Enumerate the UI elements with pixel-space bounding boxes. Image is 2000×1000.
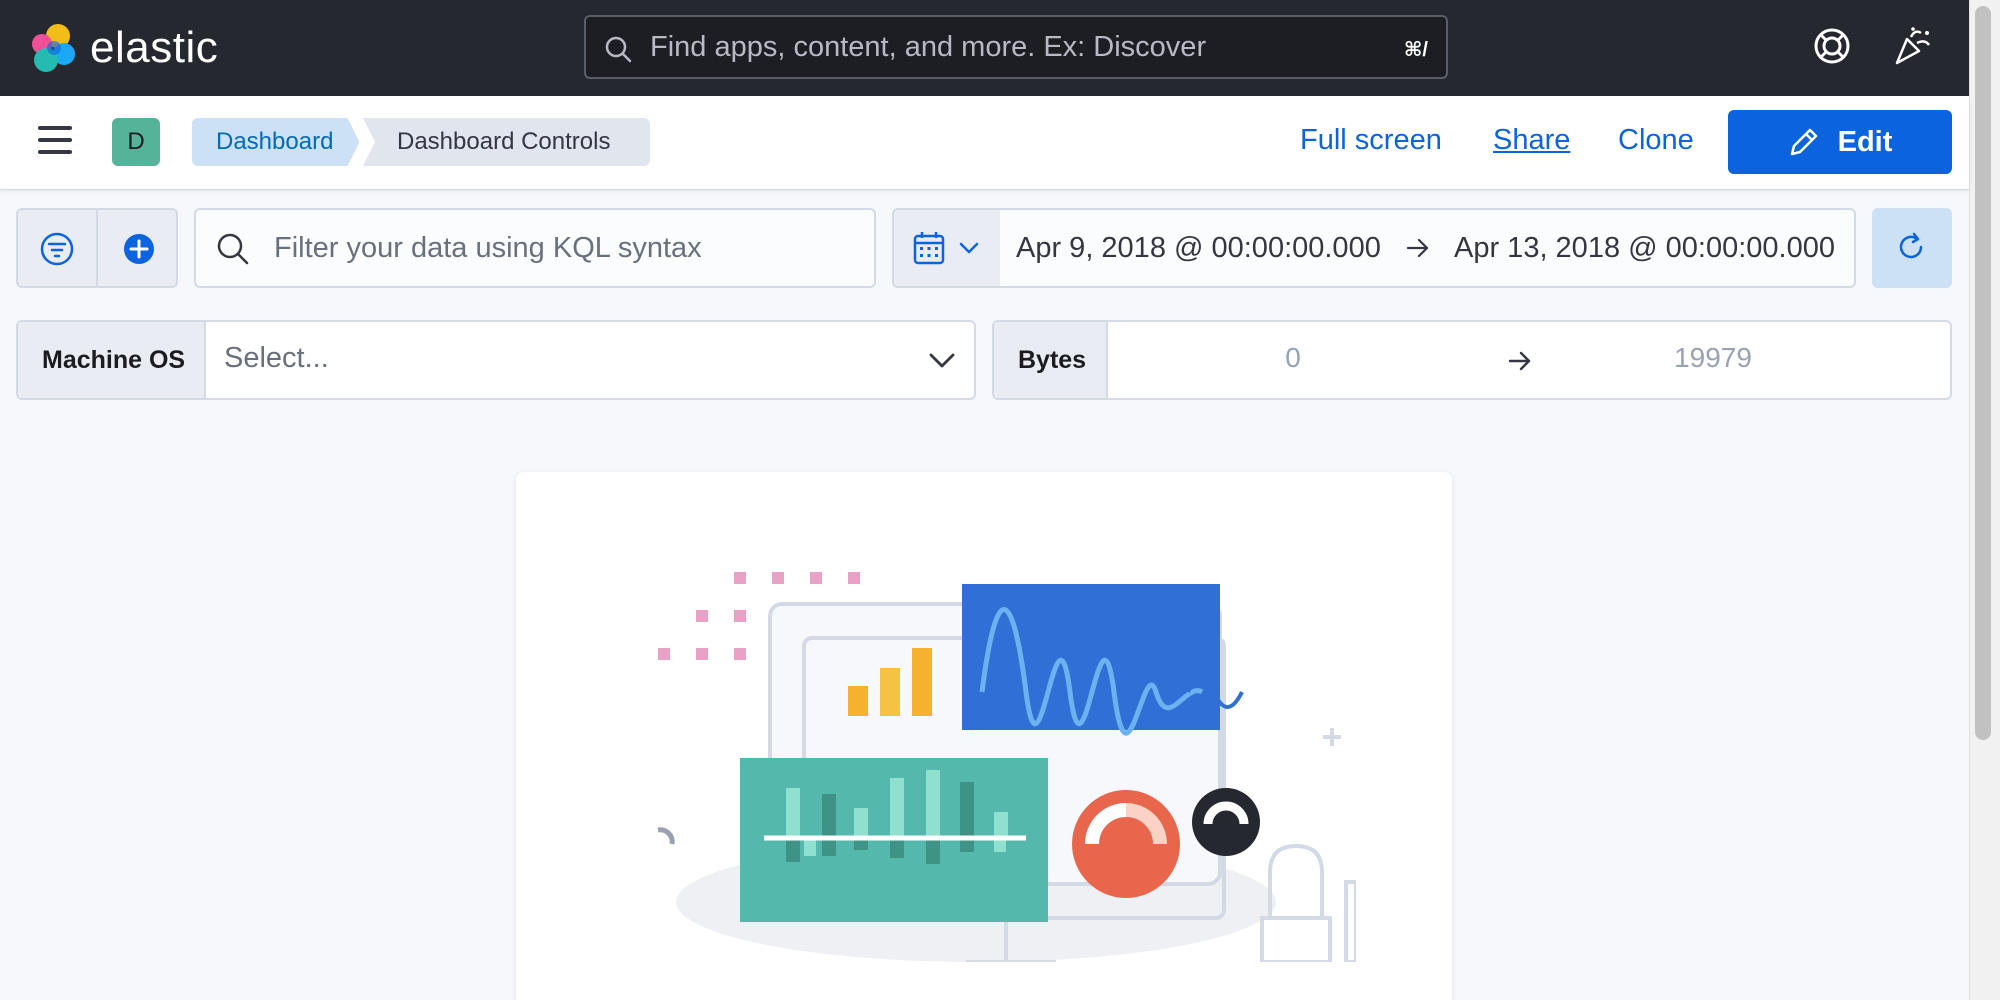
elastic-logo-icon	[32, 24, 75, 72]
edit-button-label: Edit	[1837, 125, 1893, 158]
share-link[interactable]: Share	[1493, 124, 1570, 157]
global-header: elastic ⌘/	[0, 0, 1969, 96]
kql-query-box[interactable]	[194, 208, 876, 288]
machine-os-control: Machine OS Select...	[16, 320, 976, 400]
date-picker: Apr 9, 2018 @ 00:00:00.000 Apr 13, 2018 …	[892, 208, 1856, 288]
dashboard-illustration	[657, 572, 1356, 962]
machine-os-label: Machine OS	[18, 322, 206, 398]
help-icon[interactable]	[1812, 26, 1852, 66]
kql-query-input[interactable]	[274, 228, 854, 268]
date-start-button[interactable]: Apr 9, 2018 @ 00:00:00.000	[1016, 232, 1381, 265]
hamburger-menu-icon[interactable]	[38, 126, 72, 156]
refresh-button[interactable]	[1872, 208, 1952, 288]
add-filter-icon[interactable]	[122, 232, 156, 266]
bytes-min-input[interactable]: 0	[1108, 342, 1478, 374]
elastic-logo[interactable]: elastic	[30, 22, 218, 74]
arrow-right-icon	[1406, 238, 1429, 258]
page-scrollbar[interactable]	[1969, 0, 2000, 1000]
date-end-button[interactable]: Apr 13, 2018 @ 00:00:00.000	[1454, 232, 1835, 265]
clone-link[interactable]: Clone	[1618, 124, 1694, 157]
breadcrumb-current: Dashboard Controls	[363, 118, 650, 166]
global-search-input[interactable]	[650, 27, 1350, 67]
pencil-icon	[1790, 128, 1817, 156]
global-search-box[interactable]: ⌘/	[584, 15, 1448, 79]
search-icon	[605, 36, 632, 63]
chevron-down-icon	[959, 242, 979, 254]
refresh-icon	[1899, 232, 1923, 259]
chevron-down-icon[interactable]	[928, 348, 956, 372]
newsfeed-icon[interactable]	[1891, 25, 1933, 67]
bytes-max-input[interactable]: 19979	[1528, 342, 1898, 374]
breadcrumb-dashboard[interactable]: Dashboard	[192, 118, 359, 166]
full-screen-link[interactable]: Full screen	[1300, 124, 1442, 157]
filter-button-group	[16, 208, 178, 288]
quick-date-menu-button[interactable]	[894, 210, 1000, 286]
dashboard-empty-panel	[516, 472, 1452, 1000]
bytes-label: Bytes	[994, 322, 1108, 398]
edit-button[interactable]: Edit	[1728, 110, 1952, 174]
scrollbar-thumb[interactable]	[1975, 6, 1991, 740]
space-avatar[interactable]: D	[112, 118, 160, 166]
calendar-icon	[913, 232, 945, 265]
machine-os-select[interactable]: Select...	[224, 342, 329, 375]
filter-icon[interactable]	[40, 232, 74, 266]
logo-text: elastic	[90, 23, 219, 72]
filter-divider	[96, 210, 98, 286]
search-icon	[217, 233, 249, 265]
bytes-range-control: Bytes 0 19979	[992, 320, 1952, 400]
search-shortcut-hint: ⌘/	[1403, 39, 1428, 61]
app-navbar: D Dashboard Dashboard Controls Full scre…	[0, 96, 1969, 190]
